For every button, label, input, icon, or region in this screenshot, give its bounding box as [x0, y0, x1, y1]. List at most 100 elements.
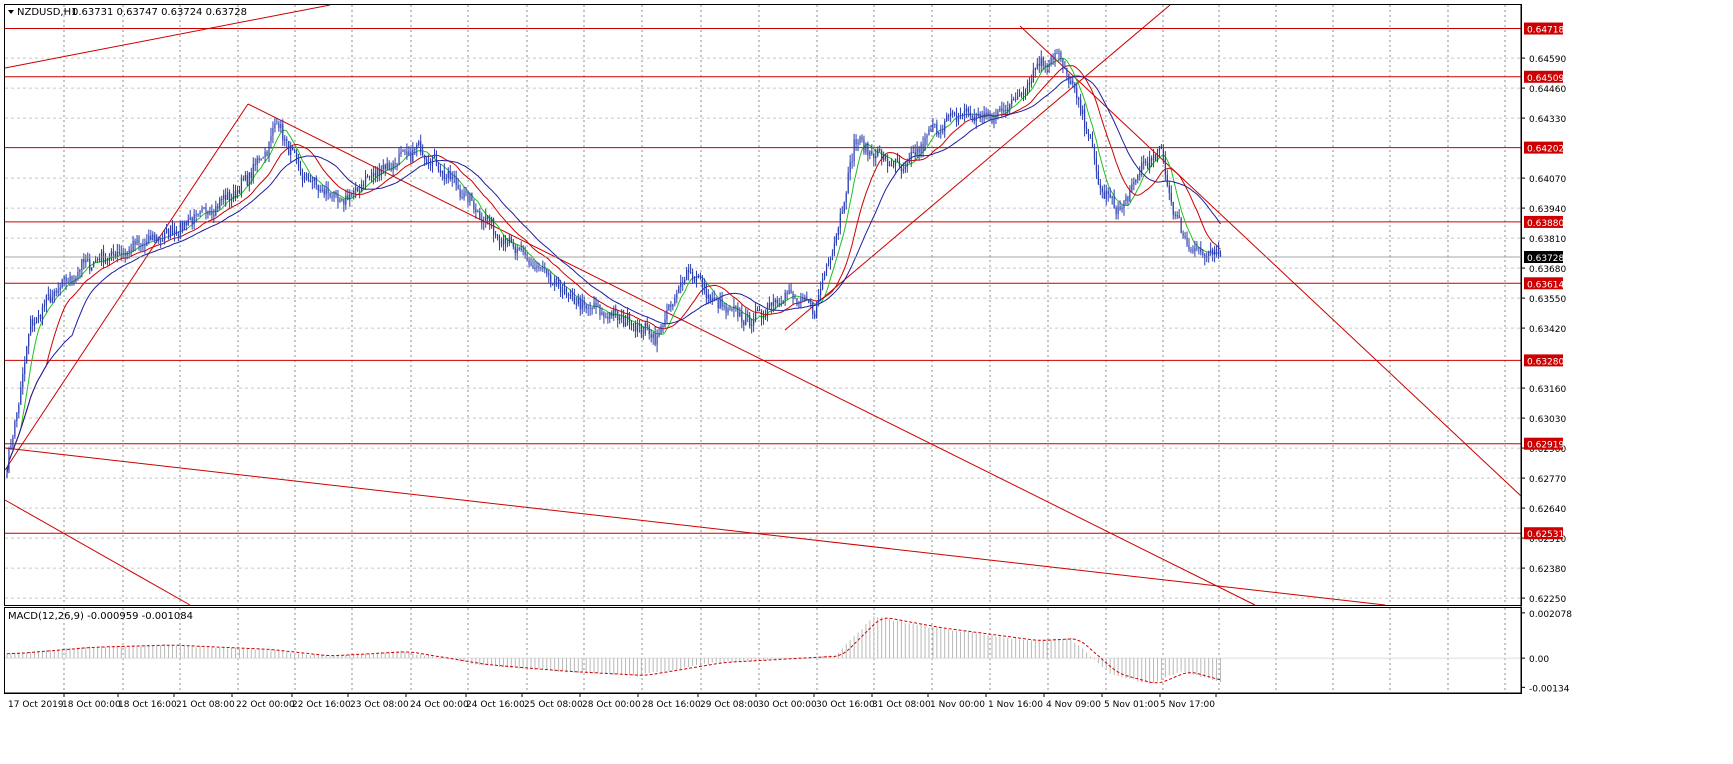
candle-body: [621, 316, 623, 318]
candle-body: [260, 158, 262, 161]
candle-body: [747, 315, 749, 317]
candle-body: [1044, 65, 1046, 67]
candle-body: [1194, 247, 1196, 252]
candle-body: [892, 165, 895, 167]
candle-body: [957, 116, 960, 123]
candle-body: [918, 148, 920, 153]
candle-body: [1192, 249, 1194, 252]
candle-body: [1018, 93, 1021, 97]
candle-body: [258, 158, 260, 161]
candle-body: [922, 144, 924, 151]
candle-body: [1141, 162, 1143, 174]
candle-body: [353, 190, 355, 194]
candle-body: [615, 308, 617, 312]
candle-body: [835, 235, 837, 244]
candle-body: [236, 190, 239, 199]
candle-body: [703, 282, 705, 288]
candle-body: [390, 169, 392, 171]
candle-body: [311, 180, 313, 182]
candle-body: [1160, 146, 1163, 150]
candle-body: [424, 154, 426, 160]
time-tick-label: 1 Nov 16:00: [988, 700, 1043, 710]
candle-body: [877, 149, 879, 157]
candle-body: [197, 213, 199, 216]
candle-body: [1007, 108, 1009, 112]
candle-body: [1107, 191, 1109, 195]
candle-body: [500, 244, 503, 246]
candle-body: [1178, 215, 1180, 219]
candle-body: [443, 170, 445, 180]
chart-title[interactable]: NZDUSD,H1 0.63731 0.63747 0.63724 0.6372…: [8, 7, 247, 18]
candle-body: [189, 217, 191, 220]
time-tick-label: 28 Oct 16:00: [642, 700, 701, 710]
candle-body: [930, 129, 932, 131]
candle-body: [191, 217, 193, 224]
candle-body: [1210, 249, 1212, 253]
candle-body: [526, 254, 528, 261]
candle-body: [1036, 63, 1038, 69]
candle-body: [142, 244, 144, 247]
candle-body: [971, 116, 973, 118]
candle-body: [18, 404, 20, 414]
candle-body: [839, 213, 841, 229]
time-tick-label: 18 Oct 00:00: [62, 700, 121, 710]
candle-body: [264, 151, 266, 158]
candle-body: [240, 178, 243, 194]
candle-body: [1182, 232, 1184, 236]
candle-body: [699, 277, 702, 279]
candle-body: [1026, 85, 1029, 93]
candle-body: [309, 179, 311, 182]
candle-body: [886, 158, 889, 167]
candle-body: [1186, 237, 1188, 245]
candle-body: [364, 176, 367, 185]
candle-body: [552, 284, 554, 286]
candle-body: [333, 191, 335, 198]
candle-body: [175, 230, 178, 235]
candle-body: [709, 294, 711, 302]
candle-body: [232, 191, 235, 200]
candle-body: [682, 282, 684, 284]
candle-body: [1119, 206, 1121, 210]
candle-body: [688, 269, 690, 273]
time-tick-label: 30 Oct 16:00: [816, 700, 875, 710]
candle-body: [573, 296, 575, 304]
candle-body: [1005, 109, 1007, 112]
candle-body: [756, 309, 759, 311]
candle-body: [414, 148, 416, 150]
candle-body: [559, 286, 562, 293]
candle-body: [288, 140, 290, 156]
price-chart[interactable]: 0.64590 0.64460 0.64330 0.64070 0.63940 0.638…: [0, 0, 1733, 764]
candle-body: [648, 326, 650, 335]
candle-body: [1162, 149, 1164, 159]
candle-body: [691, 272, 694, 280]
candle-body: [1013, 99, 1015, 101]
candle-body: [81, 259, 83, 270]
candle-body: [603, 312, 605, 317]
candle-body: [906, 163, 908, 167]
price-level-label: 0.64202: [1527, 145, 1564, 155]
time-tick-label: 28 Oct 00:00: [582, 700, 641, 710]
candle-body: [910, 152, 912, 160]
candle-body: [193, 214, 195, 224]
candle-body: [124, 253, 126, 256]
candle-body: [731, 309, 733, 311]
candle-body: [211, 211, 213, 215]
candle-body: [1200, 247, 1202, 253]
candle-body: [22, 373, 24, 388]
candle-body: [1139, 173, 1141, 176]
candle-body: [158, 236, 160, 241]
candle-body: [776, 299, 778, 304]
candle-body: [427, 162, 430, 164]
trading-chart-window[interactable]: 0.64590 0.64460 0.64330 0.64070 0.63940 0.638…: [0, 0, 1733, 764]
candle-body: [890, 164, 893, 166]
candle-body: [1176, 215, 1178, 217]
candle-body: [540, 266, 542, 268]
candle-body: [798, 302, 800, 305]
candle-body: [617, 311, 619, 321]
candle-body: [904, 166, 906, 170]
candle-body: [997, 110, 999, 116]
candle-body: [1117, 206, 1119, 215]
candle-body: [855, 139, 857, 145]
candle-body: [764, 316, 767, 318]
candle-body: [152, 234, 154, 240]
